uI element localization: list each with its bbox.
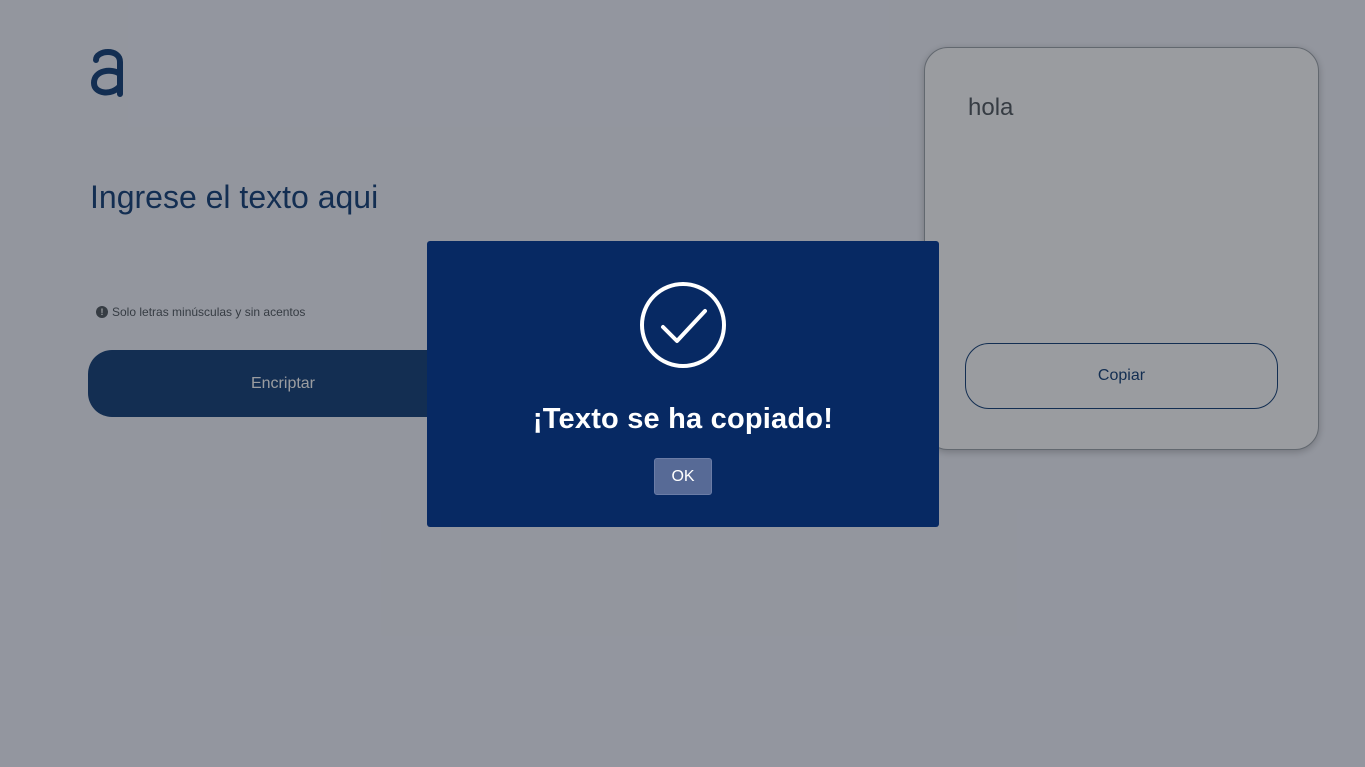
dialog-title: ¡Texto se ha copiado! bbox=[532, 403, 834, 435]
ok-button[interactable]: OK bbox=[654, 458, 712, 495]
copied-dialog: ¡Texto se ha copiado! OK bbox=[427, 241, 939, 527]
check-circle-icon bbox=[640, 282, 726, 368]
